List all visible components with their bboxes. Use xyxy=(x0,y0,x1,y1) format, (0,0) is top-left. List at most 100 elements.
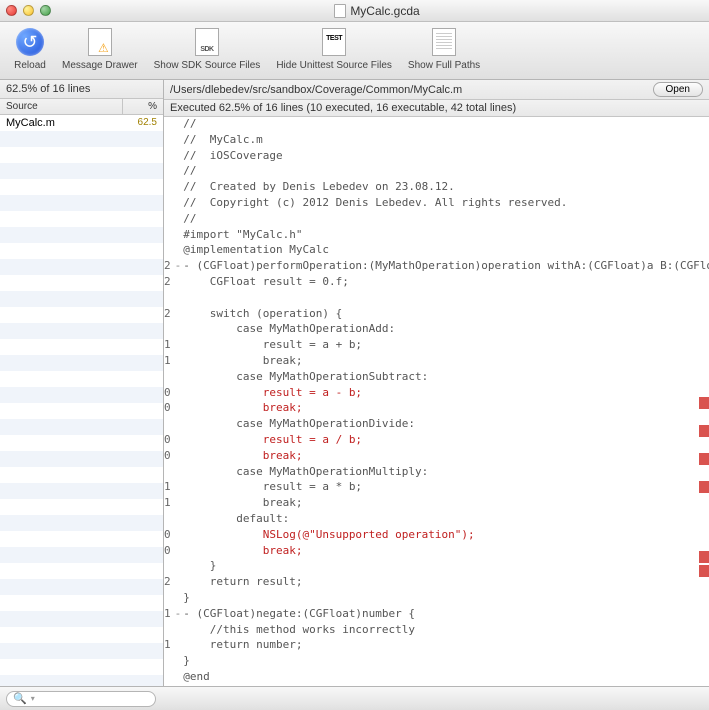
lines-icon xyxy=(432,28,456,56)
code-line: @end xyxy=(164,670,709,686)
source-text: return result; xyxy=(181,575,709,591)
code-line: case MyMathOperationAdd: xyxy=(164,322,709,338)
show-sdk-button[interactable]: Show SDK Source Files xyxy=(146,26,269,77)
code-view[interactable]: //// MyCalc.m// iOSCoverage//// Created … xyxy=(164,117,709,686)
source-text: break; xyxy=(181,496,709,512)
fold-gutter xyxy=(175,180,182,196)
file-path: /Users/dlebedev/src/sandbox/Coverage/Com… xyxy=(170,84,653,96)
window-title: MyCalc.gcda xyxy=(51,4,703,18)
hit-count xyxy=(164,149,175,165)
code-line: 0 NSLog(@"Unsupported operation"); xyxy=(164,528,709,544)
toolbar: Reload Message Drawer Show SDK Source Fi… xyxy=(0,22,709,80)
code-line: 2 return result; xyxy=(164,575,709,591)
code-line: // Copyright (c) 2012 Denis Lebedev. All… xyxy=(164,196,709,212)
list-item xyxy=(0,227,163,243)
fold-gutter xyxy=(175,575,182,591)
source-text: case MyMathOperationMultiply: xyxy=(181,465,709,481)
code-line: 1 result = a + b; xyxy=(164,338,709,354)
fold-gutter xyxy=(175,133,182,149)
list-item xyxy=(0,339,163,355)
code-line: 2-- (CGFloat)performOperation:(MyMathOpe… xyxy=(164,259,709,275)
document-icon xyxy=(334,4,346,18)
uncovered-flag xyxy=(699,453,709,465)
hit-count: 0 xyxy=(164,449,175,465)
reload-button[interactable]: Reload xyxy=(6,26,54,77)
list-item[interactable]: MyCalc.m62.5 xyxy=(0,115,163,131)
hit-count: 2 xyxy=(164,259,175,275)
code-line: // Created by Denis Lebedev on 23.08.12. xyxy=(164,180,709,196)
hit-count xyxy=(164,670,175,686)
fold-gutter xyxy=(175,196,182,212)
source-text: #import "MyCalc.h" xyxy=(181,228,709,244)
source-text: break; xyxy=(181,354,709,370)
fold-gutter xyxy=(175,212,182,228)
search-icon: 🔍 xyxy=(13,692,27,705)
source-text: result = a - b; xyxy=(181,386,709,402)
file-pct: 62.5 xyxy=(123,115,163,131)
uncovered-flag xyxy=(699,481,709,493)
source-text: // iOSCoverage xyxy=(181,149,709,165)
fold-gutter xyxy=(175,559,182,575)
source-text xyxy=(181,291,709,307)
hit-count xyxy=(164,133,175,149)
fold-gutter xyxy=(175,638,182,654)
fold-gutter[interactable]: - xyxy=(175,607,182,623)
list-item xyxy=(0,291,163,307)
code-line: // xyxy=(164,164,709,180)
col-percent[interactable]: % xyxy=(123,99,163,114)
hit-count xyxy=(164,465,175,481)
warning-doc-icon xyxy=(88,28,112,56)
search-input[interactable]: 🔍 ▾ xyxy=(6,691,156,707)
code-line: } xyxy=(164,591,709,607)
list-item xyxy=(0,355,163,371)
title-text: MyCalc.gcda xyxy=(350,4,419,18)
close-icon[interactable] xyxy=(6,5,17,16)
fold-gutter xyxy=(175,386,182,402)
list-item xyxy=(0,611,163,627)
list-item xyxy=(0,211,163,227)
hit-count: 1 xyxy=(164,607,175,623)
show-full-paths-button[interactable]: Show Full Paths xyxy=(400,26,488,77)
code-line: 0 break; xyxy=(164,544,709,560)
fold-gutter[interactable]: - xyxy=(175,259,182,275)
uncovered-flag xyxy=(699,397,709,409)
hide-unittest-button[interactable]: Hide Unittest Source Files xyxy=(268,26,400,77)
col-source[interactable]: Source xyxy=(0,99,123,114)
source-text: } xyxy=(181,654,709,670)
code-line: case MyMathOperationSubtract: xyxy=(164,370,709,386)
source-text: result = a / b; xyxy=(181,433,709,449)
hit-count xyxy=(164,243,175,259)
list-item xyxy=(0,131,163,147)
file-list: MyCalc.m62.5 xyxy=(0,115,163,686)
hit-count: 2 xyxy=(164,575,175,591)
hit-count: 2 xyxy=(164,307,175,323)
hide-unit-label: Hide Unittest Source Files xyxy=(276,60,392,71)
code-line: 1 return number; xyxy=(164,638,709,654)
open-button[interactable]: Open xyxy=(653,82,703,97)
source-text: // xyxy=(181,117,709,133)
minimize-icon[interactable] xyxy=(23,5,34,16)
fold-gutter xyxy=(175,496,182,512)
list-item xyxy=(0,163,163,179)
hit-count: 0 xyxy=(164,386,175,402)
list-item xyxy=(0,403,163,419)
list-item xyxy=(0,515,163,531)
fold-gutter xyxy=(175,417,182,433)
hit-count xyxy=(164,180,175,196)
message-drawer-button[interactable]: Message Drawer xyxy=(54,26,146,77)
list-item xyxy=(0,595,163,611)
code-line: @implementation MyCalc xyxy=(164,243,709,259)
sidebar: 62.5% of 16 lines Source % MyCalc.m62.5 xyxy=(0,80,164,686)
list-item xyxy=(0,547,163,563)
source-text: return number; xyxy=(181,638,709,654)
list-item xyxy=(0,179,163,195)
dropdown-icon: ▾ xyxy=(31,694,35,703)
footer: 🔍 ▾ xyxy=(0,686,709,710)
hit-count xyxy=(164,212,175,228)
source-text: } xyxy=(181,591,709,607)
code-line: 1-- (CGFloat)negate:(CGFloat)number { xyxy=(164,607,709,623)
hit-count xyxy=(164,623,175,639)
sdk-icon xyxy=(195,28,219,56)
zoom-icon[interactable] xyxy=(40,5,51,16)
fold-gutter xyxy=(175,401,182,417)
